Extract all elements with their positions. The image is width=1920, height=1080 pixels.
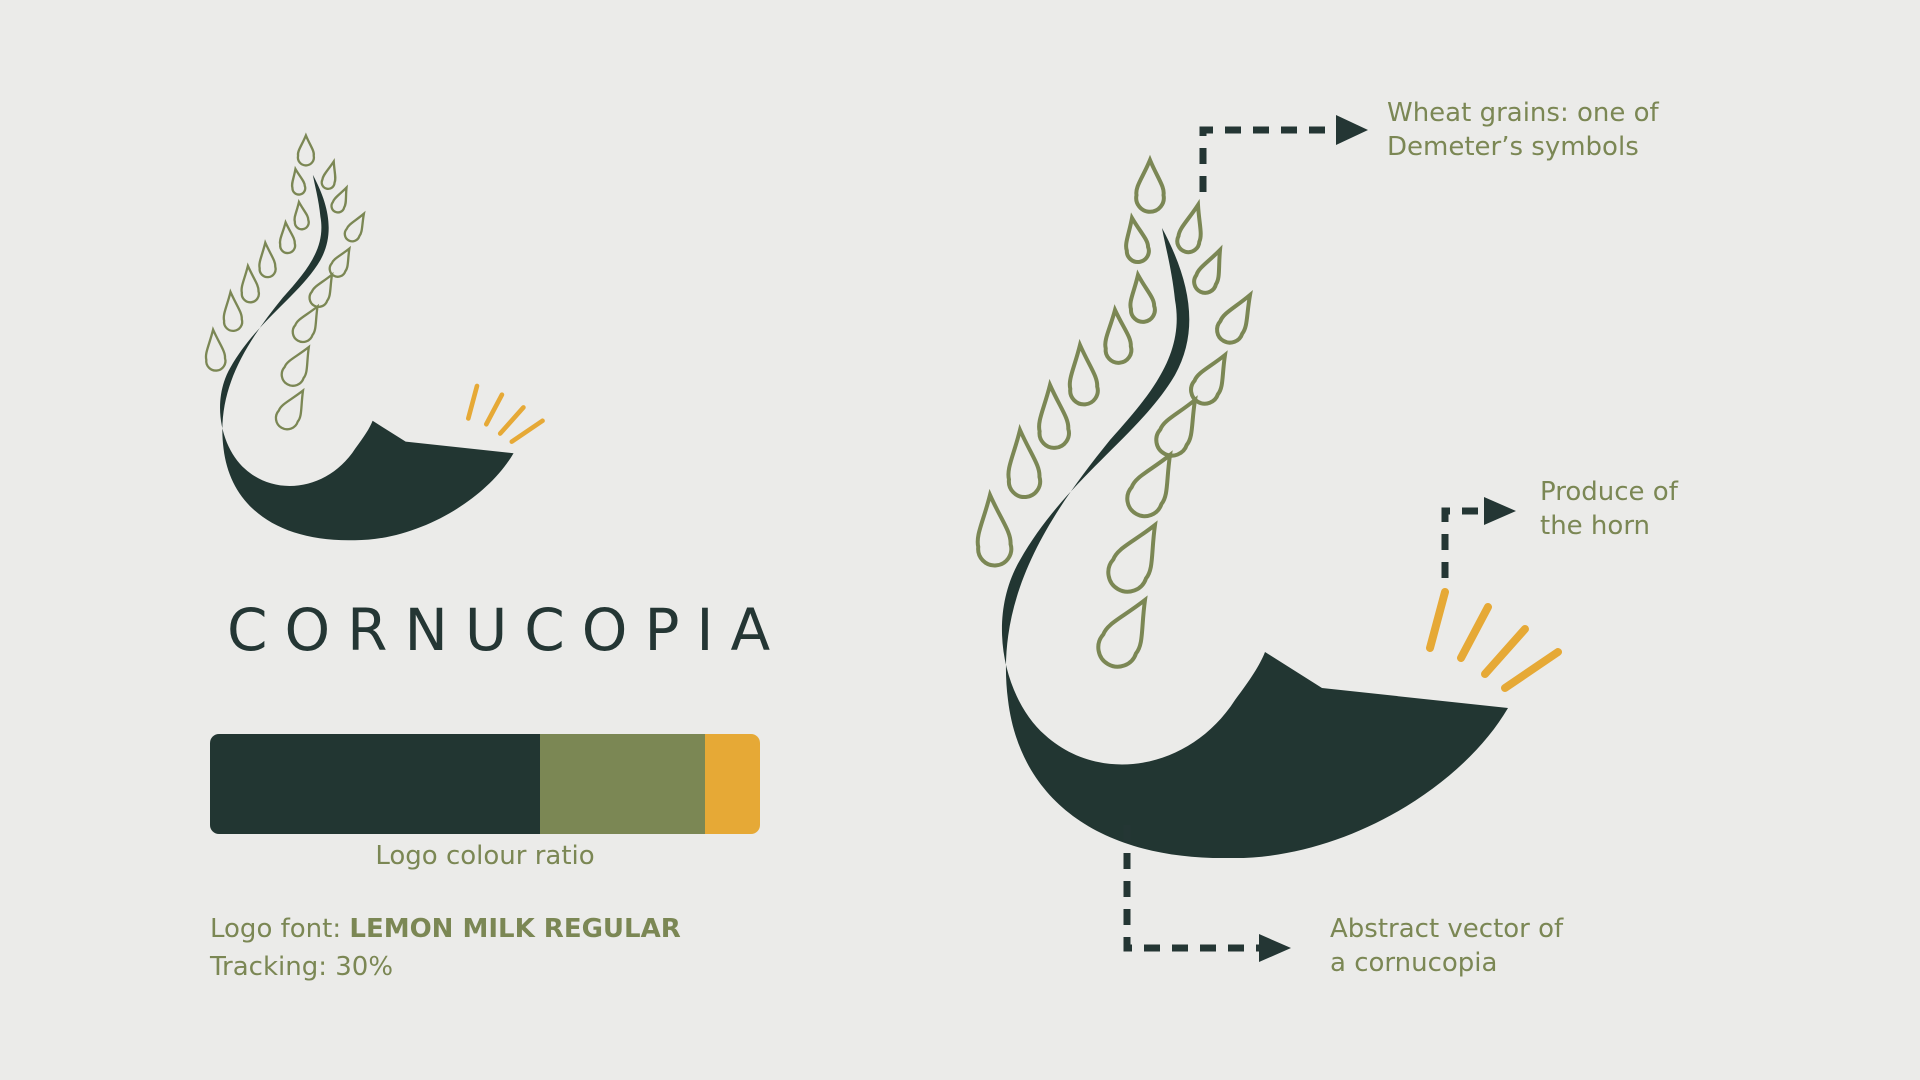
callout-line-wheat — [1199, 126, 1338, 192]
annotation-produce: Produce of the horn — [1540, 477, 1678, 541]
wheat-grain — [975, 488, 1014, 568]
wheat-grain — [1006, 423, 1043, 500]
wheat-grain — [1096, 595, 1148, 669]
produce-ray — [1501, 648, 1562, 692]
wheat-grain — [1067, 338, 1100, 407]
wheat-grain — [1103, 304, 1134, 365]
wheat-grain — [1037, 378, 1071, 450]
produce-ray — [1426, 588, 1449, 652]
arrowhead-wheat — [1336, 115, 1368, 145]
wheat-grain — [1192, 244, 1223, 295]
horn-shape-large — [1001, 228, 1508, 859]
wheat-grain — [1128, 269, 1157, 324]
annotation-horn: Abstract vector of a cornucopia — [1330, 914, 1564, 978]
wheat-grain — [1215, 289, 1253, 345]
callout-line-produce — [1441, 507, 1484, 578]
produce-ray — [1481, 625, 1529, 678]
wheat-grain — [1134, 154, 1166, 214]
wheat-grain — [1106, 520, 1158, 594]
arrowhead-produce — [1484, 497, 1516, 525]
wheat-grain — [1124, 212, 1151, 264]
wheat-grain — [1125, 450, 1173, 519]
produce-ray — [1457, 603, 1492, 662]
annotation-wheat: Wheat grains: one of Demeter’s symbols — [1387, 98, 1659, 162]
arrowhead-horn — [1259, 934, 1291, 962]
produce-rays-large — [1426, 588, 1562, 692]
wheat-grain — [1175, 198, 1203, 255]
